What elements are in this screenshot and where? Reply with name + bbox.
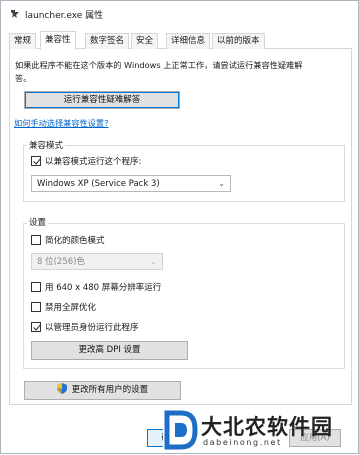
disable-fullscreen-checkbox[interactable] bbox=[31, 302, 41, 312]
tab-security[interactable]: 安全 bbox=[131, 33, 159, 49]
run-troubleshooter-label: 运行兼容性疑难解答 bbox=[63, 95, 141, 105]
manual-compat-link[interactable]: 如何手动选择兼容性设置? bbox=[14, 117, 108, 129]
reduced-color-checkbox[interactable] bbox=[31, 235, 41, 245]
disable-fullscreen-label: 禁用全屏优化 bbox=[45, 303, 97, 313]
uac-shield-icon bbox=[56, 383, 67, 394]
compat-mode-group-label: 兼容模式 bbox=[27, 139, 66, 151]
tab-digital-signatures[interactable]: 数字签名 bbox=[85, 33, 130, 49]
properties-window: launcher.exe 属性 常规 兼容性 数字签名 安全 详细信息 以前的版… bbox=[0, 0, 359, 454]
res-640-checkbox[interactable] bbox=[31, 282, 41, 292]
reduced-color-checkbox-row[interactable]: 简化的颜色模式 bbox=[31, 234, 105, 246]
color-depth-select: 8 位(256)色 ⌄ bbox=[31, 253, 163, 270]
change-all-users-button[interactable]: 更改所有用户的设置 bbox=[24, 381, 181, 400]
run-as-admin-checkbox[interactable] bbox=[31, 322, 41, 332]
tab-compatibility[interactable]: 兼容性 bbox=[40, 31, 76, 50]
compat-os-select-value: Windows XP (Service Pack 3) bbox=[37, 179, 160, 189]
run-troubleshooter-button[interactable]: 运行兼容性疑难解答 bbox=[24, 91, 180, 109]
compat-intro-text: 如果此程序不能在这个版本的 Windows 上正常工作，请尝试运行兼容性疑难解答… bbox=[15, 60, 303, 83]
window-title: launcher.exe 属性 bbox=[25, 11, 104, 21]
chevron-down-icon: ⌄ bbox=[150, 257, 157, 266]
color-depth-value: 8 位(256)色 bbox=[37, 257, 85, 267]
watermark-text: 大北农软件园 bbox=[201, 415, 333, 439]
res-640-checkbox-row[interactable]: 用 640 x 480 屏幕分辨率运行 bbox=[31, 281, 161, 293]
change-dpi-button[interactable]: 更改高 DPI 设置 bbox=[31, 341, 188, 360]
tab-strip: 常规 兼容性 数字签名 安全 详细信息 以前的版本 bbox=[9, 31, 352, 50]
change-dpi-label: 更改高 DPI 设置 bbox=[78, 345, 141, 355]
compat-mode-group bbox=[23, 145, 345, 202]
reduced-color-label: 简化的颜色模式 bbox=[45, 236, 105, 246]
compat-mode-checkbox-row[interactable]: 以兼容模式运行这个程序: bbox=[31, 155, 141, 167]
app-icon bbox=[11, 10, 19, 18]
tab-general[interactable]: 常规 bbox=[9, 33, 37, 49]
tab-previous-versions[interactable]: 以前的版本 bbox=[212, 33, 265, 49]
run-as-admin-checkbox-row[interactable]: 以管理员身份运行此程序 bbox=[31, 321, 139, 333]
disable-fullscreen-checkbox-row[interactable]: 禁用全屏优化 bbox=[31, 301, 96, 313]
res-640-label: 用 640 x 480 屏幕分辨率运行 bbox=[45, 283, 162, 293]
watermark-logo-icon bbox=[164, 410, 198, 450]
compat-os-select[interactable]: Windows XP (Service Pack 3) ⌄ bbox=[31, 175, 231, 192]
compat-mode-checkbox[interactable] bbox=[31, 156, 41, 166]
title-bar: launcher.exe 属性 bbox=[1, 1, 358, 27]
compat-mode-checkbox-label: 以兼容模式运行这个程序: bbox=[45, 157, 142, 167]
settings-group-label: 设置 bbox=[27, 216, 49, 228]
watermark-url: dabeinong.net bbox=[203, 438, 282, 447]
chevron-down-icon: ⌄ bbox=[218, 179, 225, 188]
run-as-admin-label: 以管理员身份运行此程序 bbox=[45, 323, 139, 333]
change-all-users-label: 更改所有用户的设置 bbox=[71, 385, 149, 395]
tab-details[interactable]: 详细信息 bbox=[166, 33, 211, 49]
site-watermark: 大北农软件园 dabeinong.net bbox=[163, 405, 359, 455]
watermark-logo bbox=[163, 409, 199, 451]
